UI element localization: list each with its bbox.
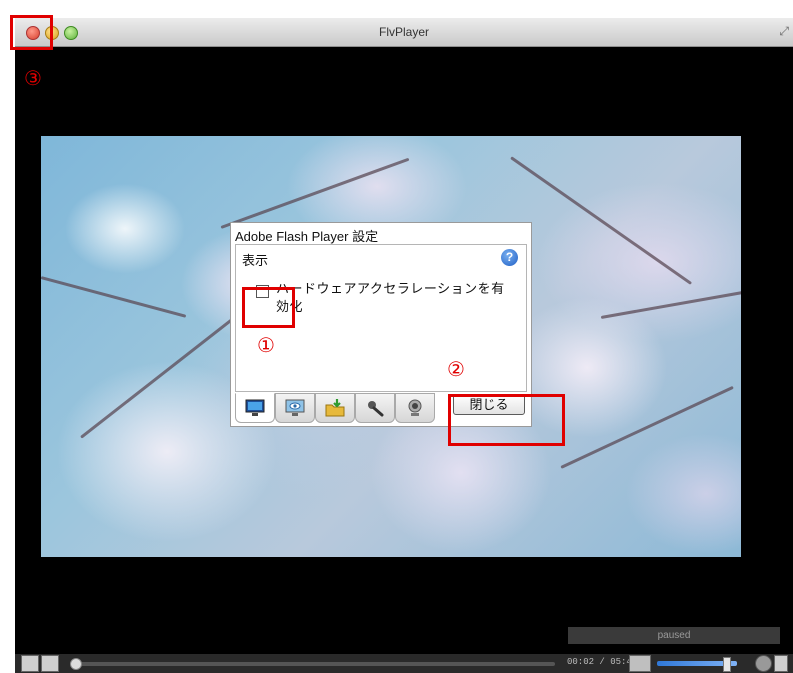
time-readout: 00:02 / 05:48 [567, 657, 638, 667]
tab-privacy[interactable] [275, 393, 315, 423]
hardware-acceleration-label[interactable]: ハードウェアアクセラレーションを有効化 [276, 281, 516, 317]
branch-decoration [220, 157, 410, 229]
help-icon[interactable]: ? [501, 249, 518, 266]
microphone-icon [368, 401, 384, 417]
seek-knob[interactable] [70, 658, 82, 670]
branch-decoration [600, 288, 741, 319]
volume-slider[interactable] [657, 657, 737, 672]
fullscreen-toggle-icon[interactable] [774, 655, 788, 672]
play-icon[interactable] [21, 655, 39, 672]
highlight-box-checkbox [242, 287, 295, 328]
tab-camera[interactable] [395, 393, 435, 423]
annotation-three: ③ [24, 66, 42, 90]
webcam-icon [408, 399, 422, 416]
branch-decoration [560, 385, 734, 469]
section-label: 表示 [242, 254, 269, 269]
branch-decoration [510, 156, 693, 285]
annotation-one: ① [257, 333, 275, 357]
fullscreen-icon[interactable]: ⤢ [779, 24, 789, 39]
status-text: paused [568, 627, 780, 644]
annotation-two: ② [447, 357, 465, 381]
highlight-box-close [10, 15, 53, 50]
folder-download-icon [325, 399, 345, 417]
title-bar[interactable]: FlvPlayer ⤢ [15, 18, 793, 47]
eye-monitor-icon [285, 399, 305, 416]
highlight-box-close-button [448, 394, 565, 446]
seek-bar[interactable] [70, 658, 555, 670]
stop-icon[interactable] [41, 655, 59, 672]
tab-microphone[interactable] [355, 393, 395, 423]
volume-icon[interactable] [629, 655, 651, 672]
branch-decoration [41, 276, 187, 318]
monitor-icon [245, 399, 265, 416]
settings-tabs [235, 393, 445, 423]
player-controls: 00:02 / 05:48 [15, 654, 793, 673]
window-title: FlvPlayer [378, 25, 429, 39]
volume-knob[interactable] [723, 657, 731, 672]
dialog-title: Adobe Flash Player 設定 [235, 229, 379, 244]
settings-icon[interactable] [755, 655, 772, 672]
tab-storage[interactable] [315, 393, 355, 423]
tab-display[interactable] [235, 393, 275, 423]
